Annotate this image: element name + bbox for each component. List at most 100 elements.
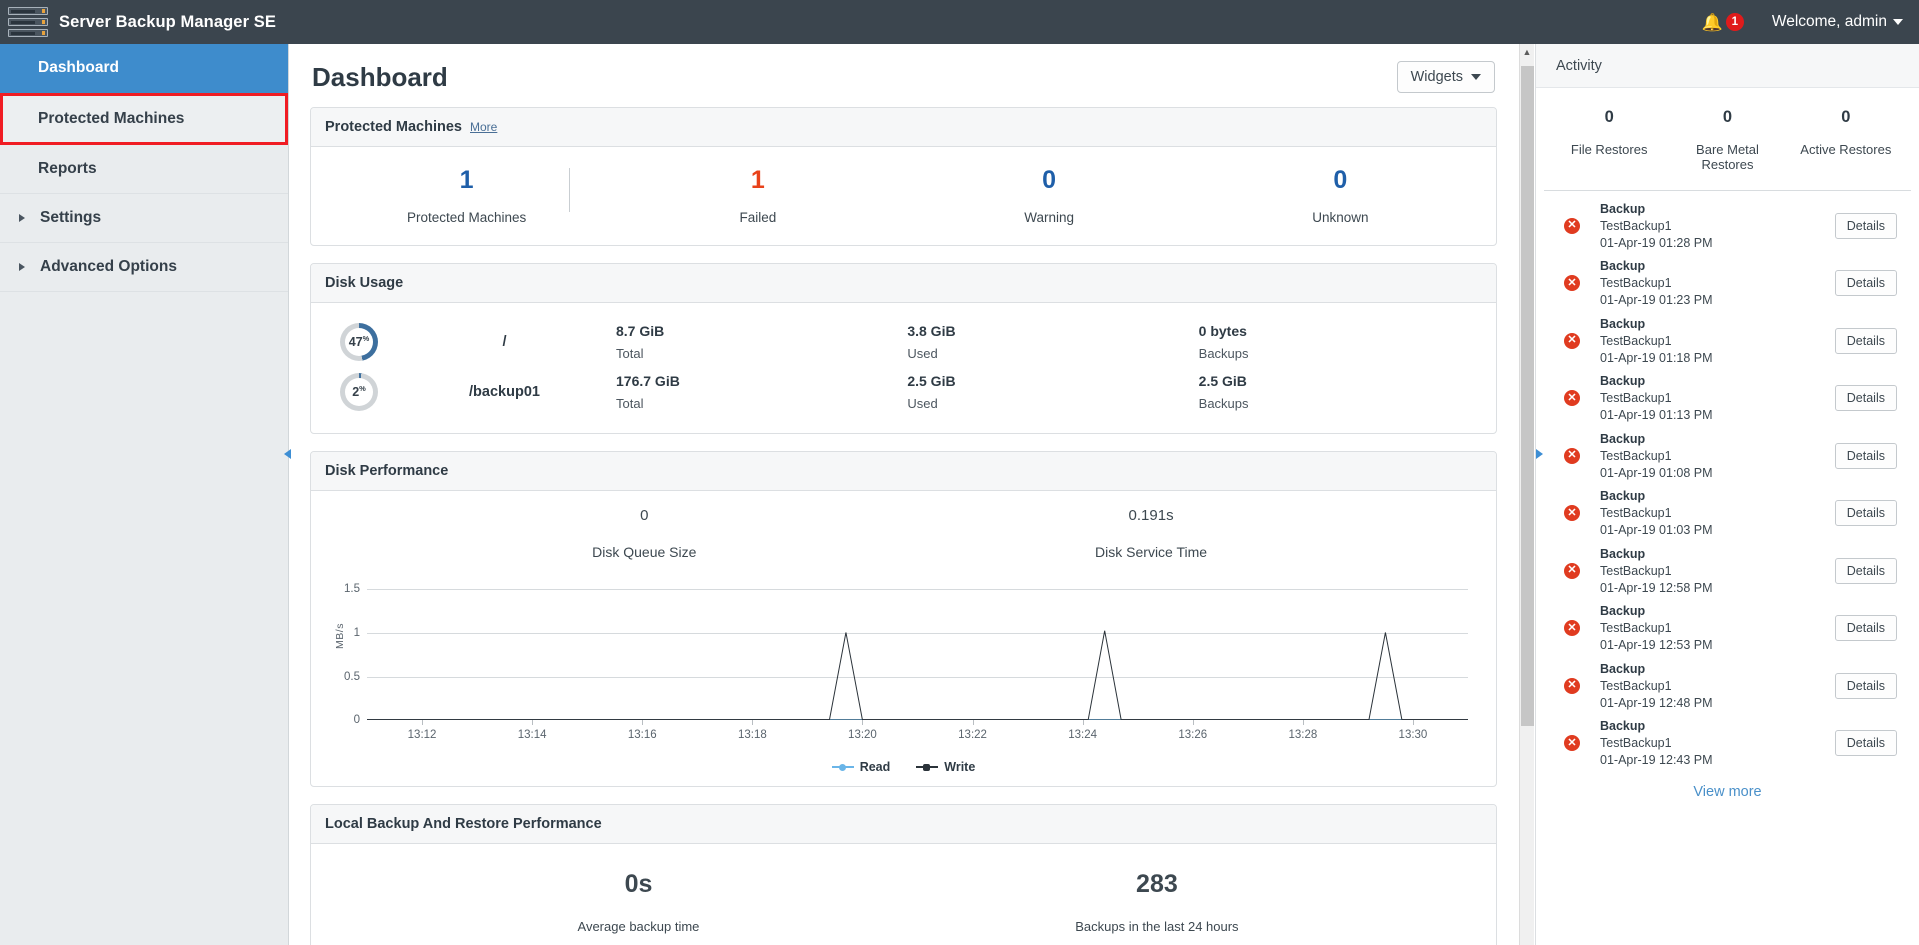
activity-job-name: TestBackup1 <box>1600 678 1672 693</box>
panel-header: Protected Machines More <box>311 108 1496 147</box>
activity-item: ✕ Backup TestBackup1 01-Apr-19 12:43 PM Deta… <box>1536 715 1919 773</box>
divider <box>569 168 571 212</box>
main-content: Dashboard Widgets Protected Machines Mor… <box>290 44 1519 945</box>
panel-title: Disk Usage <box>325 275 404 292</box>
activity-item: ✕ Backup TestBackup1 01-Apr-19 01:28 PM Deta… <box>1536 197 1919 255</box>
y-axis-tick: 0 <box>353 714 360 727</box>
x-axis-tick: 13:26 <box>1178 729 1208 742</box>
x-axis-tick: 13:16 <box>627 729 657 742</box>
details-button[interactable]: Details <box>1834 270 1897 297</box>
details-button[interactable]: Details <box>1834 500 1897 527</box>
scroll-up-arrow-icon[interactable]: ▲ <box>1520 44 1534 59</box>
notification-count-badge: 1 <box>1725 13 1744 31</box>
failed-status-icon: ✕ <box>1564 390 1580 407</box>
disk-usage-row: 47% / 8.7 GiB Total 3.8 GiB Used 0 bytes <box>321 317 1486 366</box>
stat-unknown: 0 Unknown <box>1195 165 1486 225</box>
details-button[interactable]: Details <box>1834 730 1897 757</box>
sidebar-item-advanced-options[interactable]: Advanced Options <box>0 243 288 292</box>
stat-label: Protected Machines <box>406 210 527 226</box>
donut-percent: 47% <box>348 334 370 350</box>
activity-title: Activity <box>1536 44 1919 88</box>
sidebar-item-reports[interactable]: Reports <box>0 145 288 194</box>
activity-timestamp: 01-Apr-19 01:28 PM <box>1600 235 1713 250</box>
mount-point: / <box>502 333 507 350</box>
details-button[interactable]: Details <box>1834 442 1897 469</box>
disk-service-time-metric: 0.191s Disk Service Time <box>1095 507 1208 561</box>
activity-timestamp: 01-Apr-19 12:58 PM <box>1600 580 1713 595</box>
activity-title-label: Backup <box>1600 431 1646 446</box>
widgets-button[interactable]: Widgets <box>1396 61 1495 93</box>
backups-last-24h-metric: 283 Backups in the last 24 hours <box>1075 870 1239 935</box>
details-button[interactable]: Details <box>1834 615 1897 642</box>
legend-item-write: Write <box>916 760 975 774</box>
write-series-marker-icon <box>916 762 939 772</box>
more-link[interactable]: More <box>470 120 497 134</box>
sidebar-item-protected-machines[interactable]: Protected Machines <box>0 93 288 145</box>
activity-collapse-handle[interactable] <box>1533 446 1546 461</box>
stat-warning: 0 Warning <box>904 165 1195 225</box>
x-axis-tick-mark <box>1302 720 1304 726</box>
chart-series-layer <box>367 580 1468 720</box>
page-title: Dashboard <box>312 61 448 92</box>
activity-timestamp: 01-Apr-19 01:18 PM <box>1600 350 1713 365</box>
disk-queue-size-metric: 0 Disk Queue Size <box>592 507 697 561</box>
failed-status-icon: ✕ <box>1564 217 1580 234</box>
x-axis-tick: 13:30 <box>1398 729 1428 742</box>
sidebar-item-label: Dashboard <box>38 59 119 76</box>
x-axis-tick-mark <box>862 720 864 726</box>
disk-backups: 2.5 GiB Backups <box>1198 372 1249 411</box>
failed-status-icon: ✕ <box>1564 562 1580 579</box>
donut-percent: 2% <box>352 384 366 400</box>
activity-item: ✕ Backup TestBackup1 01-Apr-19 01:18 PM Deta… <box>1536 312 1919 370</box>
activity-timestamp: 01-Apr-19 12:53 PM <box>1600 638 1713 653</box>
activity-title-label: Backup <box>1600 546 1646 561</box>
failed-status-icon: ✕ <box>1564 332 1580 349</box>
view-more-link[interactable]: View more <box>1536 784 1919 800</box>
sidebar: Dashboard Protected Machines Reports Set… <box>0 44 289 945</box>
x-axis-tick-mark <box>972 720 974 726</box>
notifications-button[interactable]: 🔔 1 <box>1702 13 1744 31</box>
activity-job-name: TestBackup1 <box>1600 448 1672 463</box>
read-series-marker-icon <box>831 762 854 772</box>
main-scrollbar[interactable]: ▲ <box>1519 44 1534 945</box>
stat-file-restores: 0 File Restores <box>1570 108 1648 157</box>
sidebar-item-dashboard[interactable]: Dashboard <box>0 44 288 93</box>
details-button[interactable]: Details <box>1834 557 1897 584</box>
activity-item: ✕ Backup TestBackup1 01-Apr-19 01:13 PM Deta… <box>1536 370 1919 428</box>
widgets-button-label: Widgets <box>1410 69 1463 85</box>
y-axis-tick: 1.5 <box>344 583 360 595</box>
activity-timestamp: 01-Apr-19 12:48 PM <box>1600 695 1713 710</box>
stat-bare-metal-restores: 0 Bare Metal Restores <box>1696 108 1759 172</box>
sidebar-item-settings[interactable]: Settings <box>0 194 288 243</box>
chevron-down-icon <box>1471 74 1481 80</box>
activity-job-name: TestBackup1 <box>1600 621 1672 636</box>
activity-item: ✕ Backup TestBackup1 01-Apr-19 01:03 PM Deta… <box>1536 485 1919 543</box>
activity-timestamp: 01-Apr-19 01:08 PM <box>1600 465 1713 480</box>
sidebar-collapse-handle[interactable] <box>283 446 296 461</box>
activity-job-name: TestBackup1 <box>1600 391 1672 406</box>
details-button[interactable]: Details <box>1834 212 1897 239</box>
x-axis-tick-mark <box>1412 720 1414 726</box>
activity-title-label: Backup <box>1600 316 1646 331</box>
x-axis-tick-mark <box>422 720 424 726</box>
activity-title-label: Backup <box>1600 259 1646 274</box>
x-axis-tick: 13:12 <box>407 729 437 742</box>
activity-item: ✕ Backup TestBackup1 01-Apr-19 12:58 PM Deta… <box>1536 542 1919 600</box>
sidebar-item-label: Settings <box>40 209 102 226</box>
details-button[interactable]: Details <box>1834 385 1897 412</box>
mount-point: /backup01 <box>469 383 540 400</box>
activity-timestamp: 01-Apr-19 01:23 PM <box>1600 293 1713 308</box>
details-button[interactable]: Details <box>1834 327 1897 354</box>
y-axis-tick: 0.5 <box>344 670 360 683</box>
scrollbar-thumb[interactable] <box>1521 66 1534 726</box>
app-title: Server Backup Manager SE <box>59 12 276 31</box>
disk-usage-row: 2% /backup01 176.7 GiB Total 2.5 GiB Use… <box>321 367 1486 416</box>
details-button[interactable]: Details <box>1834 672 1897 699</box>
failed-status-icon: ✕ <box>1564 620 1580 637</box>
activity-title-label: Backup <box>1600 604 1646 619</box>
user-menu[interactable]: Welcome, admin <box>1772 13 1903 31</box>
y-axis-tick: 1 <box>353 626 360 639</box>
protected-machines-stats: 1 Protected Machines 1 Failed 0 Warning … <box>321 165 1486 225</box>
sidebar-item-label: Reports <box>38 160 97 177</box>
chart-legend: Read Write <box>321 760 1486 778</box>
